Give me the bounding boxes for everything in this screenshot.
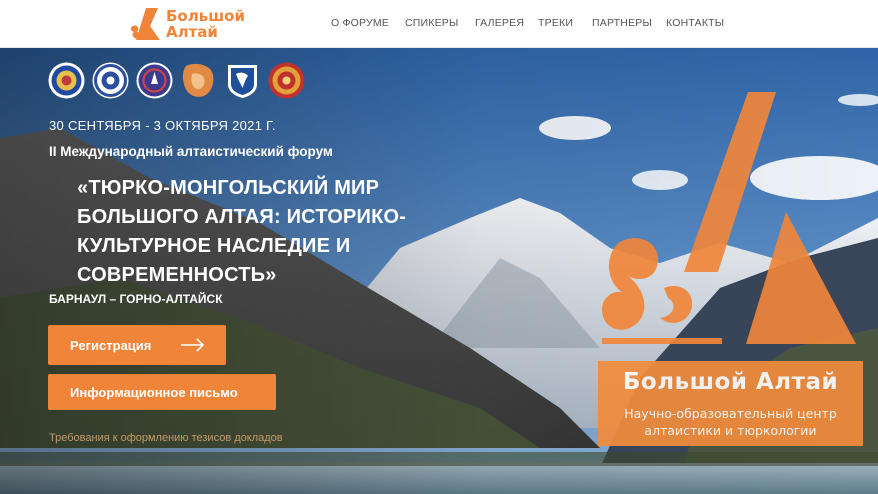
brand-subtitle-line1: Научно-образовательный центр (624, 406, 837, 421)
partner-emblem-3-icon (136, 62, 173, 99)
info-letter-button-label: Информационное письмо (70, 384, 238, 400)
info-letter-button[interactable]: Информационное письмо (48, 374, 276, 410)
partner-logos (48, 62, 305, 100)
nav-contacts[interactable]: КОНТАКТЫ (666, 17, 724, 29)
register-button[interactable]: Регистрация (48, 325, 226, 365)
partner-emblem-4-icon (182, 63, 214, 97)
nav-speakers[interactable]: СПИКЕРЫ (405, 17, 459, 29)
event-date: 30 СЕНТЯБРЯ - 3 ОКТЯБРЯ 2021 Г. (49, 118, 276, 133)
partner-logo-5[interactable] (224, 62, 261, 99)
arrow-right-icon (181, 338, 205, 352)
forum-title-line: БОЛЬШОГО АЛТАЯ: ИСТОРИКО- (77, 206, 407, 228)
partner-logo-6[interactable] (268, 62, 305, 99)
nav-partners[interactable]: ПАРТНЕРЫ (592, 17, 652, 29)
nav-gallery[interactable]: ГАЛЕРЕЯ (475, 17, 524, 29)
nav-about[interactable]: О ФОРУМЕ (331, 17, 389, 29)
brand-emblem-icon (602, 92, 856, 344)
brand-card: Большой Алтай Научно-образовательный цен… (598, 361, 863, 446)
partner-emblem-5-icon (228, 65, 257, 98)
partner-emblem-2-icon (92, 62, 129, 99)
main-nav: О ФОРУМЕ СПИКЕРЫ ГАЛЕРЕЯ ТРЕКИ ПАРТНЕРЫ … (0, 17, 878, 31)
forum-name: II Международный алтаистический форум (49, 144, 333, 159)
forum-title-line: «ТЮРКО-МОНГОЛЬСКИЙ МИР (77, 177, 380, 199)
forum-title: «ТЮРКО-МОНГОЛЬСКИЙ МИР БОЛЬШОГО АЛТАЯ: И… (77, 174, 437, 290)
partner-emblem-6-icon (268, 62, 305, 99)
register-button-label: Регистрация (70, 337, 152, 353)
partner-logo-1[interactable] (48, 62, 85, 99)
nav-tracks[interactable]: ТРЕКИ (538, 17, 573, 29)
hero-section: 30 СЕНТЯБРЯ - 3 ОКТЯБРЯ 2021 Г. II Между… (0, 48, 878, 494)
partner-emblem-1-icon (48, 62, 85, 99)
partner-logo-4[interactable] (180, 62, 217, 99)
partner-logo-3[interactable] (136, 62, 173, 99)
forum-title-line: КУЛЬТУРНОЕ НАСЛЕДИЕ И (77, 235, 351, 257)
event-cities: БАРНАУЛ – ГОРНО-АЛТАЙСК (49, 292, 223, 306)
abstract-requirements-link[interactable]: Требования к оформлению тезисов докладов (49, 432, 283, 444)
partner-logo-2[interactable] (92, 62, 129, 99)
brand-name: Большой Алтай (622, 369, 839, 395)
brand-subtitle-line2: алтаистики и тюркологии (644, 423, 817, 438)
site-header: Большой Алтай О ФОРУМЕ СПИКЕРЫ ГАЛЕРЕЯ Т… (0, 0, 878, 48)
forum-title-line: СОВРЕМЕННОСТЬ» (77, 264, 277, 286)
